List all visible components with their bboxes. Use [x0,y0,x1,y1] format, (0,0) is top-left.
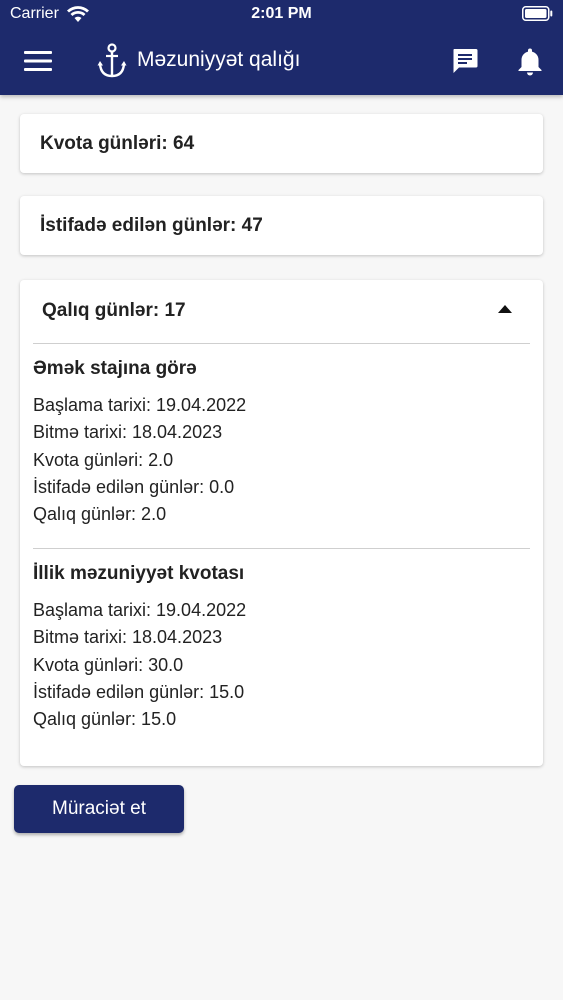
section-title: Əmək stajına görə [33,358,197,379]
used-days-card: İstifadə edilən günlər: 47 [20,196,543,255]
end-date-line: Bitmə tarixi: 18.04.2023 [33,422,223,443]
remaining-days-panel: Qalıq günlər: 17 Əmək stajına görə Başla… [20,280,543,766]
used-days-label: İstifadə edilən günlər: 47 [40,215,263,236]
app-header: Carrier 2:01 PM Məzuniyyət qalığı [0,0,563,95]
caret-up-icon[interactable] [498,304,512,314]
section-title: İllik məzuniyyət kvotası [33,563,245,584]
start-date-line: Başlama tarixi: 19.04.2022 [33,600,247,620]
quota-days-line: Kvota günləri: 2.0 [33,449,174,470]
end-date-line: Bitmə tarixi: 18.04.2023 [33,627,223,648]
used-days-line: İstifadə edilən günlər: 0.0 [33,476,235,497]
used-days-line: İstifadə edilən günlər: 15.0 [33,681,245,702]
quota-days-label: Kvota günləri: 64 [40,133,195,154]
bell-icon[interactable] [517,47,543,76]
leave-section-annual: İllik məzuniyyət kvotası Başlama tarixi:… [33,563,530,733]
divider [33,548,530,549]
quota-days-line: Kvota günləri: 30.0 [33,654,184,675]
start-date-line: Başlama tarixi: 19.04.2022 [33,395,247,415]
status-time: 2:01 PM [251,5,312,22]
leave-section-seniority: Əmək stajına görə Başlama tarixi: 19.04.… [33,358,530,528]
apply-button[interactable]: Müraciət et [14,785,184,833]
chat-icon[interactable] [452,48,478,74]
remaining-days-line: Qalıq günlər: 15.0 [33,709,177,730]
divider [33,343,530,344]
status-bar: Carrier 2:01 PM [0,0,563,30]
remaining-days-line: Qalıq günlər: 2.0 [33,504,167,525]
battery-icon [522,6,553,21]
page-title: Məzuniyyət qalığı [137,48,301,71]
anchor-icon [97,43,127,78]
remaining-days-header[interactable]: Qalıq günlər: 17 [42,300,186,322]
menu-icon[interactable] [24,49,52,73]
quota-days-card: Kvota günləri: 64 [20,114,543,173]
